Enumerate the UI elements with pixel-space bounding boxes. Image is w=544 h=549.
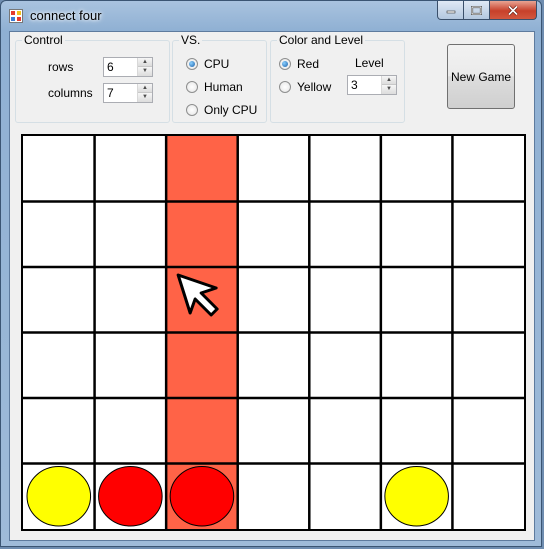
radio-yellow-icon	[279, 81, 291, 93]
new-game-button[interactable]: New Game	[447, 44, 515, 109]
board-grid[interactable]	[23, 136, 524, 529]
board-cell[interactable]	[309, 463, 381, 530]
game-piece-yellow	[26, 466, 92, 527]
board-cell[interactable]	[237, 332, 310, 399]
board-cell[interactable]	[452, 332, 524, 399]
board-cell[interactable]	[237, 136, 310, 202]
window-title: connect four	[30, 8, 102, 23]
rows-label: rows	[48, 60, 74, 74]
client-area: Control rows 6 ▲ ▼ columns 7 ▲ ▼ VS. CPU…	[9, 31, 535, 541]
radio-human-icon	[186, 81, 198, 93]
columns-up-arrow-icon[interactable]: ▲	[138, 84, 152, 93]
board-cell[interactable]	[309, 136, 381, 202]
board-cell[interactable]	[237, 201, 310, 268]
board-cell[interactable]	[237, 267, 310, 333]
board-cell[interactable]	[166, 201, 238, 268]
app-window: connect four Control rows 6 ▲ ▼ columns …	[0, 0, 542, 547]
title-bar[interactable]: connect four	[1, 1, 541, 31]
vs-option-only-cpu[interactable]: Only CPU	[186, 103, 257, 117]
game-piece-red	[98, 466, 163, 527]
vs-option-human[interactable]: Human	[186, 80, 243, 94]
maximize-icon	[471, 5, 482, 15]
columns-stepper[interactable]: 7 ▲ ▼	[103, 83, 153, 103]
columns-stepper-arrows: ▲ ▼	[137, 84, 152, 102]
vs-option-cpu[interactable]: CPU	[186, 57, 229, 71]
color-level-group-title: Color and Level	[277, 33, 366, 47]
board-cell[interactable]	[309, 267, 381, 333]
color-option-yellow-label: Yellow	[297, 80, 332, 94]
color-level-group: Color and Level Red Yellow Level 3 ▲ ▼	[270, 33, 405, 123]
minimize-icon	[446, 10, 455, 14]
vs-group-title: VS.	[179, 33, 203, 47]
board-cell[interactable]	[309, 201, 381, 268]
board-cell[interactable]	[237, 398, 310, 464]
vs-group: VS. CPU Human Only CPU	[172, 33, 267, 123]
board-cell[interactable]	[166, 136, 238, 202]
radio-only-cpu-icon	[186, 104, 198, 116]
app-icon	[9, 9, 23, 23]
board-cell[interactable]	[452, 398, 524, 464]
color-option-red-label: Red	[297, 57, 320, 71]
minimize-button[interactable]	[437, 1, 464, 20]
columns-down-arrow-icon[interactable]: ▼	[138, 93, 152, 102]
level-stepper-arrows: ▲ ▼	[381, 76, 396, 94]
board-cell[interactable]	[309, 332, 381, 399]
control-group-title: Control	[22, 33, 65, 47]
board-cell[interactable]	[380, 267, 453, 333]
radio-red-icon	[279, 58, 291, 70]
board-cell[interactable]	[166, 332, 238, 399]
board-cell[interactable]	[94, 332, 167, 399]
rows-stepper-arrows: ▲ ▼	[137, 58, 152, 76]
vs-option-human-label: Human	[204, 80, 243, 94]
level-down-arrow-icon[interactable]: ▼	[382, 85, 396, 94]
close-icon	[507, 4, 519, 16]
board-cell[interactable]	[452, 201, 524, 268]
rows-down-arrow-icon[interactable]: ▼	[138, 67, 152, 76]
level-up-arrow-icon[interactable]: ▲	[382, 76, 396, 85]
board-cell[interactable]	[166, 398, 238, 464]
board-cell[interactable]	[380, 201, 453, 268]
vs-option-cpu-label: CPU	[204, 57, 230, 71]
maximize-button[interactable]	[464, 1, 490, 20]
board-cell[interactable]	[452, 136, 524, 202]
rows-stepper[interactable]: 6 ▲ ▼	[103, 57, 153, 77]
board-cell[interactable]	[23, 267, 95, 333]
board-cell[interactable]	[452, 463, 524, 530]
vs-option-only-cpu-label: Only CPU	[204, 103, 258, 117]
board-cell[interactable]	[380, 398, 453, 464]
radio-cpu-icon	[186, 58, 198, 70]
columns-label: columns	[48, 86, 93, 100]
board-cell[interactable]	[94, 201, 167, 268]
board-cell[interactable]	[237, 463, 310, 530]
new-game-button-label: New Game	[450, 69, 512, 84]
game-board[interactable]	[21, 134, 526, 531]
level-label: Level	[355, 56, 384, 70]
caption-buttons	[437, 1, 537, 20]
board-cell[interactable]	[309, 398, 381, 464]
board-cell[interactable]	[380, 136, 453, 202]
board-cell[interactable]	[452, 267, 524, 333]
level-stepper[interactable]: 3 ▲ ▼	[347, 75, 397, 95]
game-piece-red	[169, 466, 235, 527]
board-cell[interactable]	[94, 136, 167, 202]
close-button[interactable]	[490, 1, 537, 20]
color-option-red[interactable]: Red	[279, 57, 319, 71]
board-cell[interactable]	[23, 398, 95, 464]
color-option-yellow[interactable]: Yellow	[279, 80, 331, 94]
board-cell[interactable]	[23, 201, 95, 268]
rows-up-arrow-icon[interactable]: ▲	[138, 58, 152, 67]
board-cell[interactable]	[23, 332, 95, 399]
board-cell[interactable]	[94, 398, 167, 464]
board-cell[interactable]	[94, 267, 167, 333]
rows-value: 6	[107, 60, 114, 74]
board-cell[interactable]	[23, 136, 95, 202]
level-value: 3	[351, 78, 358, 92]
game-piece-yellow	[384, 466, 449, 527]
control-group: Control rows 6 ▲ ▼ columns 7 ▲ ▼	[15, 33, 170, 123]
columns-value: 7	[107, 86, 114, 100]
board-cell[interactable]	[380, 332, 453, 399]
